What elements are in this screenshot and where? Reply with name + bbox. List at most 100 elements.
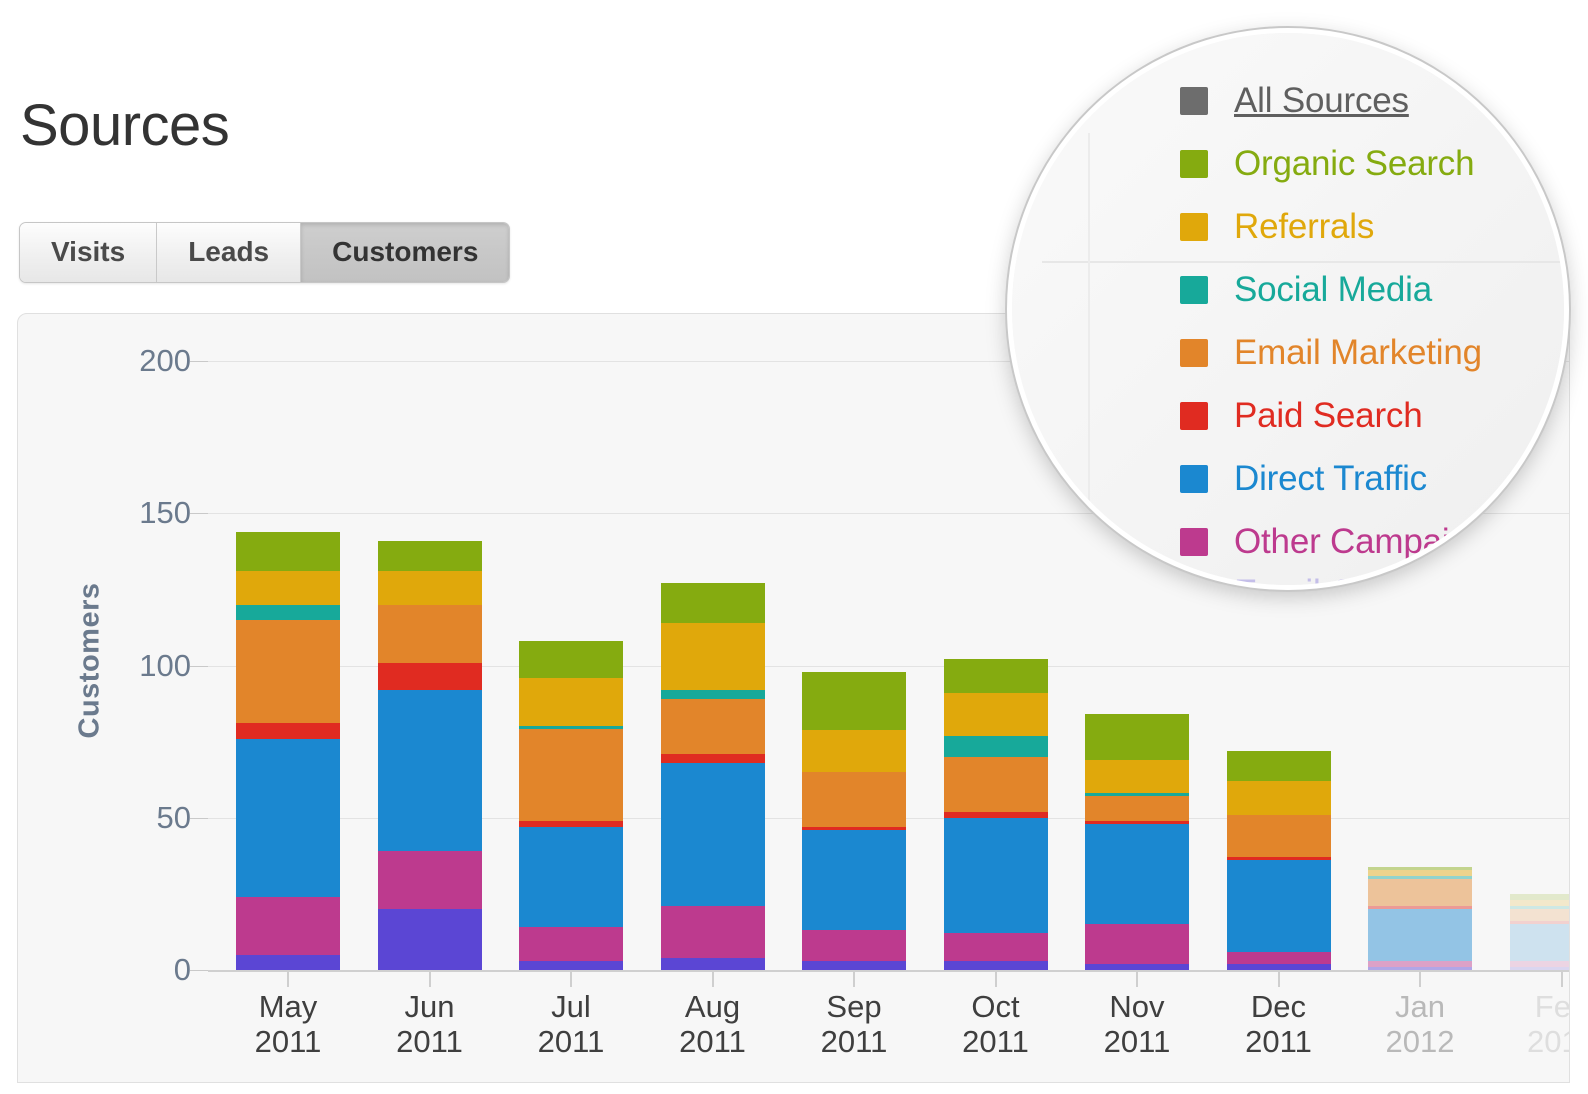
stacked-bar[interactable] — [943, 659, 1048, 970]
bar-segment[interactable] — [377, 689, 482, 852]
tab-customers[interactable]: Customers — [301, 223, 510, 283]
bar-group[interactable] — [1509, 893, 1569, 970]
bar-segment[interactable] — [1368, 878, 1472, 907]
bar-segment[interactable] — [1085, 963, 1189, 970]
bar-segment[interactable] — [377, 909, 482, 970]
bar-segment[interactable] — [1085, 924, 1189, 964]
bar-group[interactable] — [236, 531, 340, 970]
bar-segment[interactable] — [802, 671, 906, 730]
bar-group[interactable] — [1085, 714, 1189, 970]
x-tick-month: Sep — [826, 989, 882, 1024]
stacked-bar[interactable] — [1085, 714, 1189, 970]
bar-segment[interactable] — [660, 762, 765, 907]
bar-segment[interactable] — [519, 641, 623, 678]
legend-item-referrals[interactable]: Referrals — [1180, 195, 1564, 258]
legend-item-social-media[interactable]: Social Media — [1180, 258, 1564, 321]
bar-segment[interactable] — [802, 729, 906, 773]
bar-segment[interactable] — [660, 689, 765, 700]
bar-segment[interactable] — [236, 619, 340, 724]
bar-segment[interactable] — [943, 735, 1048, 757]
bar-segment[interactable] — [377, 540, 482, 572]
bar-segment[interactable] — [660, 957, 765, 970]
bar-segment[interactable] — [943, 817, 1048, 934]
bar-segment[interactable] — [660, 622, 765, 690]
bar-segment[interactable] — [802, 930, 906, 961]
bar-segment[interactable] — [660, 753, 765, 763]
x-tick-mark — [428, 972, 431, 987]
bar-group[interactable] — [1226, 750, 1331, 970]
legend-item-organic-search[interactable]: Organic Search — [1180, 132, 1564, 195]
bar-group[interactable] — [1368, 866, 1472, 970]
stacked-bar[interactable] — [660, 583, 765, 970]
bar-segment[interactable] — [802, 829, 906, 931]
bar-segment[interactable] — [236, 723, 340, 739]
bar-group[interactable] — [802, 671, 906, 970]
bar-segment[interactable] — [1226, 951, 1331, 964]
bar-segment[interactable] — [519, 677, 623, 727]
bar-segment[interactable] — [519, 729, 623, 821]
stacked-bar[interactable] — [519, 641, 623, 970]
stacked-bar[interactable] — [1368, 866, 1472, 970]
bar-segment[interactable] — [236, 531, 340, 572]
bar-segment[interactable] — [1226, 781, 1331, 815]
bar-segment[interactable] — [802, 960, 906, 970]
bar-segment[interactable] — [1085, 796, 1189, 821]
bar-segment[interactable] — [1368, 966, 1472, 970]
bar-segment[interactable] — [943, 692, 1048, 736]
bar-segment[interactable] — [802, 772, 906, 827]
bar-segment[interactable] — [236, 571, 340, 605]
legend-swatch — [1180, 527, 1208, 556]
bar-segment[interactable] — [1509, 966, 1569, 970]
bar-segment[interactable] — [1226, 750, 1331, 782]
stacked-bar[interactable] — [377, 540, 482, 970]
bar-segment[interactable] — [943, 756, 1048, 812]
x-tick-mark — [994, 972, 997, 987]
bar-segment[interactable] — [519, 960, 623, 970]
legend-item-all-sources[interactable]: All Sources — [1180, 69, 1564, 132]
bar-segment[interactable] — [1509, 909, 1569, 922]
bar-segment[interactable] — [377, 662, 482, 690]
stacked-bar[interactable] — [1226, 750, 1331, 970]
legend-item-other-campaigns[interactable]: Other Campaigns — [1180, 510, 1564, 573]
tab-leads[interactable]: Leads — [157, 223, 302, 283]
legend-item-direct-traffic[interactable]: Direct Traffic — [1180, 447, 1564, 510]
bar-segment[interactable] — [519, 826, 623, 928]
legend-label: Organic Search — [1234, 143, 1475, 183]
bar-segment[interactable] — [1085, 759, 1189, 794]
bar-segment[interactable] — [660, 906, 765, 958]
bar-segment[interactable] — [660, 699, 765, 754]
bar-segment[interactable] — [377, 571, 482, 605]
bar-segment[interactable] — [1226, 860, 1331, 952]
bar-segment[interactable] — [519, 927, 623, 961]
bar-segment[interactable] — [236, 604, 340, 620]
stacked-bar[interactable] — [802, 671, 906, 970]
x-tick-mark — [287, 972, 289, 987]
stacked-bar[interactable] — [1509, 893, 1569, 970]
bar-segment[interactable] — [236, 738, 340, 897]
legend-swatch — [1180, 464, 1208, 493]
bar-segment[interactable] — [1085, 823, 1189, 925]
bar-segment[interactable] — [1368, 909, 1472, 961]
legend-label: Referrals — [1234, 206, 1375, 246]
bar-group[interactable] — [377, 540, 482, 970]
legend-item-paid-search[interactable]: Paid Search — [1180, 384, 1564, 447]
bar-segment[interactable] — [1509, 924, 1569, 961]
bar-segment[interactable] — [236, 954, 340, 970]
bar-segment[interactable] — [1226, 963, 1331, 970]
bar-segment[interactable] — [943, 960, 1048, 970]
bar-segment[interactable] — [1226, 814, 1331, 858]
bar-segment[interactable] — [660, 583, 765, 623]
x-tick-month: Jul — [551, 989, 591, 1024]
bar-segment[interactable] — [943, 933, 1048, 961]
bar-segment[interactable] — [377, 604, 482, 663]
bar-group[interactable] — [943, 659, 1048, 970]
bar-segment[interactable] — [1085, 714, 1189, 760]
tab-visits[interactable]: Visits — [20, 223, 158, 283]
stacked-bar[interactable] — [236, 531, 340, 970]
bar-segment[interactable] — [236, 896, 340, 955]
bar-segment[interactable] — [377, 851, 482, 910]
bar-segment[interactable] — [943, 659, 1048, 693]
bar-group[interactable] — [519, 641, 623, 970]
bar-group[interactable] — [660, 583, 765, 970]
legend-item-email-marketing[interactable]: Email Marketing — [1180, 321, 1564, 384]
